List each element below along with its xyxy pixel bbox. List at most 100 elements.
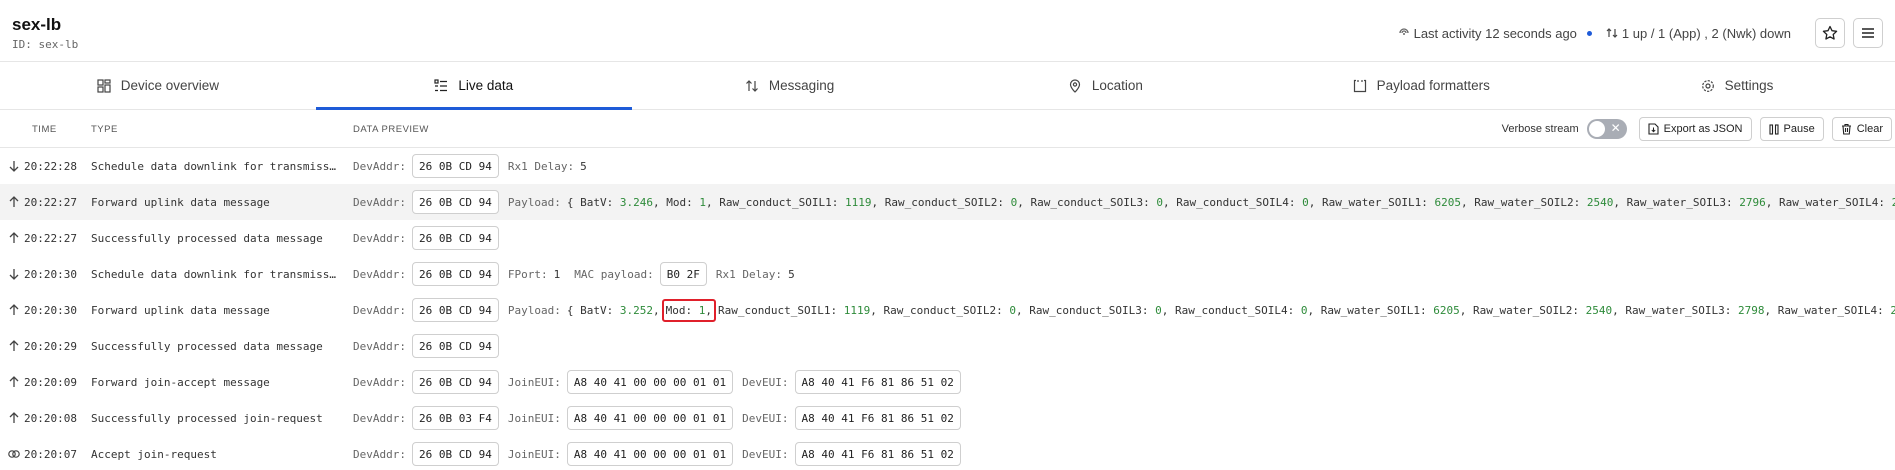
star-button[interactable] xyxy=(1815,18,1845,48)
payload-value: 0 xyxy=(1009,303,1017,317)
tab-messaging[interactable]: Messaging xyxy=(632,62,948,109)
devaddr-chip[interactable]: 26 0B CD 94 xyxy=(411,154,499,178)
rx1-delay-label: Rx1 Delay: xyxy=(715,267,783,281)
rx1-delay-label: Rx1 Delay: xyxy=(507,159,575,173)
devaddr-chip[interactable]: 26 0B CD 94 xyxy=(411,226,499,250)
deveui-chip[interactable]: A8 40 41 F6 81 86 51 02 xyxy=(794,406,961,430)
payload-key: Raw_water_SOIL4 xyxy=(1777,303,1878,317)
payload-value: 1 xyxy=(698,303,706,317)
clear-button[interactable]: Clear xyxy=(1831,117,1892,141)
payload-key: Raw_conduct_SOIL1 xyxy=(719,195,832,209)
joineui-chip[interactable]: A8 40 41 00 00 00 01 01 xyxy=(566,442,734,466)
devaddr-label: DevAddr: xyxy=(353,411,406,425)
devaddr-chip[interactable]: 26 0B CD 94 xyxy=(411,442,499,466)
payload-value: 2280 xyxy=(1891,195,1895,209)
event-time: 20:20:09 xyxy=(24,376,77,389)
data-preview: DevAddr: 26 0B CD 94 JoinEUI: A8 40 41 0… xyxy=(353,370,970,394)
payload-key: Raw_water_SOIL4 xyxy=(1778,195,1879,209)
list-icon xyxy=(434,78,448,91)
payload-value: 1119 xyxy=(845,195,872,209)
joineui-chip[interactable]: A8 40 41 00 00 00 01 01 xyxy=(566,406,734,430)
payload-value: 6205 xyxy=(1433,303,1460,317)
signal-icon xyxy=(1398,28,1409,35)
table-row[interactable]: 20:20:30 Schedule data downlink for tran… xyxy=(0,256,1895,292)
event-type: Schedule data downlink for transmissi… xyxy=(91,268,339,281)
data-preview: DevAddr: 26 0B CD 94 xyxy=(353,226,508,250)
device-id: ID: sex-lb xyxy=(12,38,79,51)
deveui-chip[interactable]: A8 40 41 F6 81 86 51 02 xyxy=(794,442,961,466)
table-row[interactable]: 20:20:30 Forward uplink data message Dev… xyxy=(0,292,1895,328)
menu-button[interactable] xyxy=(1853,18,1883,48)
arrow-up-icon xyxy=(9,196,19,207)
payload-value: 2540 xyxy=(1585,303,1613,317)
data-preview: DevAddr: 26 0B CD 94 Payload: { BatV: 3.… xyxy=(353,190,1895,214)
pause-button[interactable]: Pause xyxy=(1759,117,1824,141)
event-time: 20:22:27 xyxy=(24,196,77,209)
mac-payload-label: MAC payload: xyxy=(574,267,654,281)
payload-key: Raw_conduct_SOIL2 xyxy=(884,195,998,209)
file-export-icon xyxy=(1648,123,1659,135)
tab-label: Messaging xyxy=(768,78,835,93)
tab-label: Location xyxy=(1091,78,1143,93)
event-type: Successfully processed join-request xyxy=(91,412,323,425)
table-row[interactable]: 20:20:29 Successfully processed data mes… xyxy=(0,328,1895,364)
joineui-label: JoinEUI: xyxy=(507,375,561,389)
traffic-text: 1 up / 1 (App) , 2 (Nwk) down xyxy=(1621,25,1791,41)
event-type: Successfully processed data message xyxy=(91,232,323,245)
data-preview: DevAddr: 26 0B 03 F4 JoinEUI: A8 40 41 0… xyxy=(353,406,970,430)
payload-key: Raw_conduct_SOIL4 xyxy=(1174,303,1288,317)
export-json-button[interactable]: Export as JSON xyxy=(1638,117,1752,141)
payload-key: Raw_water_SOIL2 xyxy=(1473,303,1573,317)
toggle-knob xyxy=(1588,121,1605,137)
event-type: Accept join-request xyxy=(91,448,217,461)
payload-key: Raw_conduct_SOIL4 xyxy=(1176,195,1289,209)
event-time: 20:20:07 xyxy=(24,448,77,461)
tab-live-data[interactable]: Live data xyxy=(315,62,632,110)
tab-location[interactable]: Location xyxy=(947,62,1263,109)
payload-key: Raw_conduct_SOIL3 xyxy=(1030,195,1144,209)
payload-value: 1 xyxy=(699,195,706,209)
status-dot xyxy=(1586,30,1592,36)
deveui-label: DevEUI: xyxy=(742,411,789,425)
table-row[interactable]: 20:20:07 Accept join-request DevAddr: 26… xyxy=(0,436,1895,470)
tab-device-overview[interactable]: Device overview xyxy=(0,62,316,109)
col-time: TIME xyxy=(32,124,57,135)
arrow-down-icon xyxy=(9,161,19,172)
payload-key: BatV xyxy=(580,303,607,317)
table-row[interactable]: 20:22:27 Forward uplink data message Dev… xyxy=(0,184,1895,220)
arrows-updown-icon xyxy=(745,79,758,92)
verbose-stream-toggle[interactable]: ✕ xyxy=(1586,119,1627,139)
pin-icon xyxy=(1069,78,1080,93)
payload-value: 0 xyxy=(1010,195,1018,209)
table-header: TIME TYPE DATA PREVIEW Verbose stream ✕ … xyxy=(0,110,1895,148)
data-preview: DevAddr: 26 0B CD 94 Payload: { BatV: 3.… xyxy=(353,298,1895,322)
fport-label: FPort: xyxy=(507,267,548,281)
devaddr-chip[interactable]: 26 0B 03 F4 xyxy=(411,406,499,430)
devaddr-label: DevAddr: xyxy=(353,339,406,353)
deveui-chip[interactable]: A8 40 41 F6 81 86 51 02 xyxy=(794,370,961,394)
devaddr-chip[interactable]: 26 0B CD 94 xyxy=(411,298,499,322)
table-row[interactable]: 20:20:09 Forward join-accept message Dev… xyxy=(0,364,1895,400)
tab-payload-formatters[interactable]: Payload formatters xyxy=(1263,62,1579,109)
table-row[interactable]: 20:20:08 Successfully processed join-req… xyxy=(0,400,1895,436)
devaddr-chip[interactable]: 26 0B CD 94 xyxy=(411,370,499,394)
devaddr-label: DevAddr: xyxy=(353,195,406,209)
device-header: sex-lb ID: sex-lb Last activity 12 secon… xyxy=(0,0,1895,62)
joineui-chip[interactable]: A8 40 41 00 00 00 01 01 xyxy=(566,370,734,394)
tab-settings[interactable]: Settings xyxy=(1579,62,1895,109)
devaddr-label: DevAddr: xyxy=(353,375,406,389)
mac-payload-chip[interactable]: B0 2F xyxy=(659,262,707,286)
gear-icon xyxy=(1701,79,1714,92)
payload-value: 2540 xyxy=(1586,195,1614,209)
pause-label: Pause xyxy=(1783,123,1815,135)
devaddr-chip[interactable]: 26 0B CD 94 xyxy=(411,262,499,286)
devaddr-chip[interactable]: 26 0B CD 94 xyxy=(411,190,499,214)
payload-label: Payload: xyxy=(507,195,561,209)
payload-value: 0 xyxy=(1156,195,1163,209)
table-row[interactable]: 20:22:27 Successfully processed data mes… xyxy=(0,220,1895,256)
table-row[interactable]: 20:22:28 Schedule data downlink for tran… xyxy=(0,148,1895,184)
devaddr-chip[interactable]: 26 0B CD 94 xyxy=(411,334,499,358)
payload-key: Raw_water_SOIL1 xyxy=(1321,195,1422,209)
star-icon xyxy=(1822,25,1838,40)
data-preview: DevAddr: 26 0B CD 94 Rx1 Delay: 5 xyxy=(353,154,587,178)
